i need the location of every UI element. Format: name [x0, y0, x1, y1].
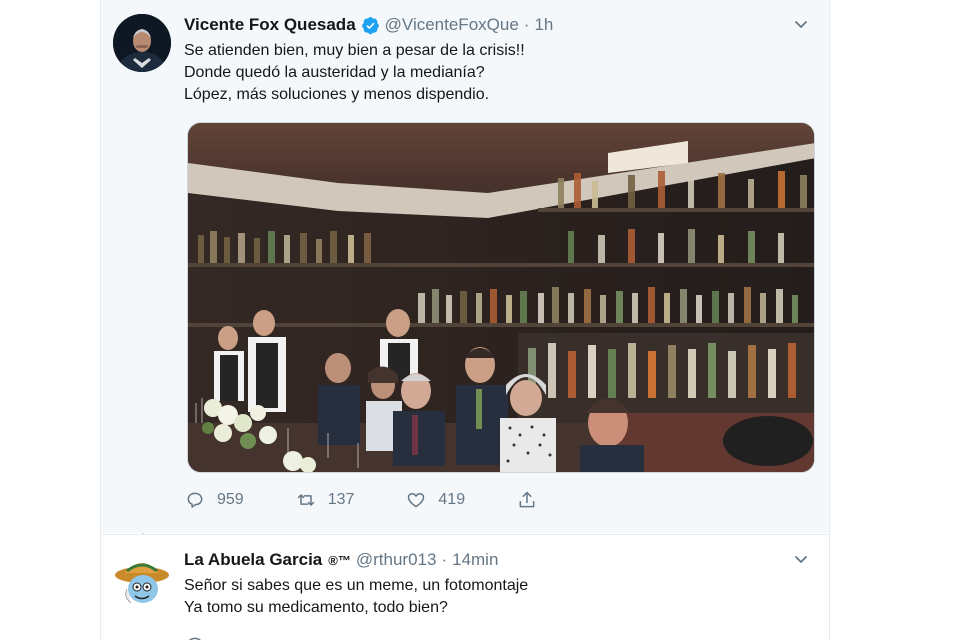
tweet-header: Vicente Fox Quesada @VicenteFoxQue · 1h [184, 14, 809, 36]
tweet[interactable]: Vicente Fox Quesada @VicenteFoxQue · 1h … [101, 0, 829, 533]
tweet-text: Se atienden bien, muy bien a pesar de la… [184, 40, 525, 106]
restaurant-bar-photo [188, 123, 814, 472]
share-icon [519, 491, 535, 508]
author-name[interactable]: Vicente Fox Quesada [184, 15, 356, 35]
verified-badge-icon [361, 16, 379, 34]
reply-icon [187, 492, 203, 508]
retweet-button[interactable]: 137 [296, 490, 355, 510]
reply-text: Señor si sabes que es un meme, un fotomo… [184, 575, 528, 619]
reply-tweet[interactable]: La Abuela Garcia ®™ @rthur013 · 14min Se… [101, 534, 829, 640]
retweet-icon [297, 494, 314, 506]
author-avatar[interactable] [113, 14, 171, 72]
reply-actions [185, 635, 269, 640]
chevron-down-icon[interactable] [793, 16, 809, 32]
share-button[interactable] [517, 490, 549, 510]
timestamp[interactable]: 1h [534, 15, 553, 35]
tweet-text-line: Se atienden bien, muy bien a pesar de la… [184, 42, 525, 59]
reply-count: 959 [217, 491, 244, 508]
reply-text-line: Ya tomo su medicamento, todo bien? [184, 599, 448, 616]
reply-name-badge: ®™ [328, 552, 351, 568]
reply-author-handle[interactable]: @rthur013 [356, 550, 437, 570]
heart-icon [408, 493, 425, 508]
reply-reply-button[interactable] [185, 635, 217, 640]
author-handle[interactable]: @VicenteFoxQue [385, 15, 519, 35]
like-button[interactable]: 419 [406, 490, 465, 510]
reply-author-name[interactable]: La Abuela Garcia [184, 550, 322, 570]
separator-dot: · [441, 550, 448, 569]
separator-dot: · [523, 15, 530, 34]
reply-timestamp[interactable]: 14min [452, 550, 498, 570]
chevron-down-icon[interactable] [793, 551, 809, 567]
reply-author-avatar[interactable] [113, 549, 171, 607]
like-count: 419 [438, 491, 466, 508]
reply-text-line: Señor si sabes que es un meme, un fotomo… [184, 577, 529, 594]
retweet-count: 137 [327, 491, 355, 508]
reply-header: La Abuela Garcia ®™ @rthur013 · 14min [184, 549, 809, 571]
tweet-text-line: Donde quedó la austeridad y la medianía? [184, 64, 485, 81]
timeline: Vicente Fox Quesada @VicenteFoxQue · 1h … [100, 0, 830, 640]
tweet-text-line: López, más soluciones y menos dispendio. [184, 86, 490, 103]
tweet-actions: 959 137 419 [185, 490, 601, 510]
reply-button[interactable]: 959 [185, 490, 244, 510]
tweet-photo[interactable] [187, 122, 815, 473]
reply-icon [189, 637, 201, 640]
